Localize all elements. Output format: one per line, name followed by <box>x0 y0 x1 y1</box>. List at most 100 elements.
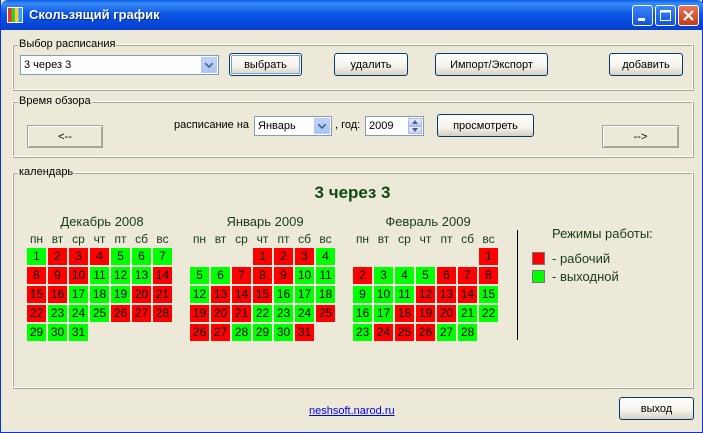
schedule-group-legend: Выбор расписания <box>18 38 117 50</box>
workday-cell: 14 <box>153 267 172 284</box>
dayoff-cell: 3 <box>374 267 393 284</box>
dayoff-cell: 4 <box>395 267 414 284</box>
workday-cell: 31 <box>295 324 314 341</box>
empty-day-cell <box>458 248 477 265</box>
next-month-button[interactable]: --> <box>602 125 679 148</box>
weekday-header: пн вт ср чт пт сб вс <box>27 232 177 247</box>
select-button[interactable]: выбрать <box>229 53 302 76</box>
minimize-icon <box>638 18 645 21</box>
workday-cell: 8 <box>479 267 498 284</box>
close-icon <box>683 10 694 21</box>
workday-cell: 26 <box>111 305 130 322</box>
dayoff-cell: 23 <box>48 305 67 322</box>
workday-cell: 8 <box>27 267 46 284</box>
year-spinner[interactable]: 2009 <box>365 116 424 136</box>
day-grid: 1 2 3 4 5 6 7 8 9 10 11 12 13 14 15 16 17 18 19 20 21 22 23 24 2… <box>353 248 500 341</box>
dayoff-cell: 29 <box>27 324 46 341</box>
dayoff-cell: 23 <box>274 305 293 322</box>
view-button[interactable]: просмотреть <box>437 114 534 137</box>
dayoff-cell: 10 <box>374 286 393 303</box>
delete-button[interactable]: удалить <box>334 53 408 76</box>
dayoff-cell: 6 <box>211 267 230 284</box>
dayoff-cell: 13 <box>132 267 151 284</box>
weekday-header: пн вт ср чт пт сб вс <box>190 232 340 247</box>
month-name: Декабрь 2008 <box>60 214 144 229</box>
chevron-down-icon[interactable] <box>314 118 330 134</box>
weekday-label: ср <box>398 232 411 246</box>
workday-cell: 9 <box>48 267 67 284</box>
dayoff-cell: 11 <box>90 267 109 284</box>
calendar-group-legend: календарь <box>18 166 75 178</box>
app-icon <box>7 7 23 23</box>
import-export-button[interactable]: Импорт/Экспорт <box>435 53 548 76</box>
website-link[interactable]: neshsoft.narod.ru <box>309 405 395 417</box>
workday-cell: 14 <box>232 286 251 303</box>
dayoff-cell: 18 <box>90 286 109 303</box>
workday-cell: 26 <box>190 324 209 341</box>
workday-cell: 20 <box>211 305 230 322</box>
window-title: Скользящий график <box>29 7 160 22</box>
calendar-title: 3 через 3 <box>314 183 391 202</box>
dayoff-cell: 28 <box>458 324 477 341</box>
workday-cell: 7 <box>458 267 477 284</box>
dayoff-cell: 10 <box>295 267 314 284</box>
maximize-button[interactable] <box>655 5 676 26</box>
minimize-button[interactable] <box>632 5 653 26</box>
workday-cell: 1 <box>479 248 498 265</box>
workday-cell: 3 <box>69 248 88 265</box>
workday-cell: 14 <box>458 286 477 303</box>
legend-title: Режимы работы: <box>552 226 653 241</box>
app-window: Скользящий график Выбор расписания 3 чер… <box>0 0 703 433</box>
month-select[interactable]: Январь <box>254 116 332 136</box>
dayoff-cell: 5 <box>190 267 209 284</box>
weekday-label: чт <box>256 232 269 246</box>
dayoff-cell: 30 <box>48 324 67 341</box>
dayoff-cell: 17 <box>374 305 393 322</box>
weekday-label: чт <box>419 232 432 246</box>
title-bar[interactable]: Скользящий график <box>1 0 703 30</box>
weekday-label: вс <box>156 232 169 246</box>
dayoff-cell: 1 <box>27 248 46 265</box>
empty-day-cell <box>211 248 230 265</box>
dayoff-cell: 24 <box>69 305 88 322</box>
weekday-label: пн <box>192 232 207 246</box>
schedule-select[interactable]: 3 через 3 <box>20 55 219 75</box>
empty-day-cell <box>374 248 393 265</box>
workday-cell: 24 <box>374 324 393 341</box>
prev-month-button[interactable]: <-- <box>27 125 103 148</box>
dayoff-cell: 12 <box>190 286 209 303</box>
day-grid: 1 2 3 4 5 6 7 8 9 10 11 12 13 14 15 16 17 18 19 20 21 22 23 24 2… <box>27 248 174 341</box>
dayoff-cell: 19 <box>111 286 130 303</box>
close-button[interactable] <box>678 5 699 26</box>
spin-up-icon[interactable] <box>408 118 422 126</box>
weekday-label: сб <box>298 232 311 246</box>
add-button[interactable]: добавить <box>609 53 683 76</box>
dayoff-label: - выходной <box>552 269 619 284</box>
weekday-label: сб <box>461 232 474 246</box>
spin-down-icon[interactable] <box>408 126 422 134</box>
month-name: Февраль 2009 <box>385 214 471 229</box>
divider <box>517 230 518 340</box>
weekday-label: чт <box>93 232 106 246</box>
workday-cell: 15 <box>253 286 272 303</box>
chevron-down-icon[interactable] <box>201 57 217 73</box>
empty-day-cell <box>395 248 414 265</box>
workday-cell: 27 <box>211 324 230 341</box>
weekday-label: пт <box>114 232 127 246</box>
month-calendar: Январь 2009 пн вт ср чт пт сб вс 1 2 3 4 5 6 7 8 9 10 11 12… <box>190 214 340 341</box>
weekday-label: ср <box>235 232 248 246</box>
workday-swatch <box>532 252 545 265</box>
weekday-label: пн <box>29 232 44 246</box>
dayoff-cell: 6 <box>132 248 151 265</box>
exit-button[interactable]: выход <box>619 397 694 420</box>
dayoff-cell: 12 <box>111 267 130 284</box>
weekday-label: вт <box>377 232 390 246</box>
workday-cell: 6 <box>437 267 456 284</box>
workday-cell: 13 <box>437 286 456 303</box>
month-select-value: Январь <box>258 120 296 132</box>
weekday-label: пт <box>440 232 453 246</box>
year-label: , год: <box>335 119 361 131</box>
dayoff-cell: 11 <box>395 286 414 303</box>
month-calendar: Февраль 2009 пн вт ср чт пт сб вс 1 2 3 4 5 6 7 8 9 10 11 1… <box>353 214 503 341</box>
dayoff-cell: 31 <box>69 324 88 341</box>
